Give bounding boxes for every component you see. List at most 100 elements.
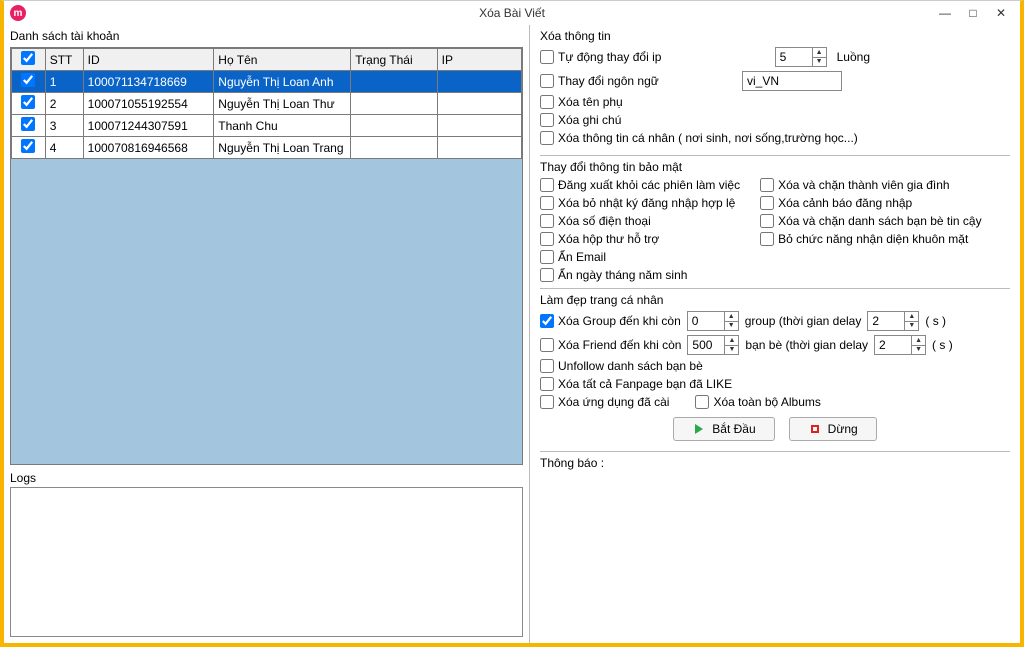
chevron-up-icon[interactable]: ▲ xyxy=(912,336,925,346)
maximize-button[interactable]: □ xyxy=(960,4,986,22)
del-login-alert-checkbox[interactable]: Xóa cảnh báo đăng nhập xyxy=(760,196,981,210)
table-row[interactable]: 3100071244307591Thanh Chu xyxy=(12,115,522,137)
chevron-up-icon[interactable]: ▲ xyxy=(725,312,738,322)
del-albums-checkbox[interactable]: Xóa toàn bộ Albums xyxy=(695,395,820,409)
unfollow-checkbox[interactable]: Unfollow danh sách bạn bè xyxy=(540,359,703,373)
notice-section: Thông báo : xyxy=(540,451,1010,470)
spinner-arrows[interactable]: ▲▼ xyxy=(904,312,918,330)
logout-sessions-checkbox[interactable]: Đăng xuất khỏi các phiên làm việc xyxy=(540,178,740,192)
group-delay-text: group (thời gian delay xyxy=(745,314,862,328)
col-id[interactable]: ID xyxy=(83,49,214,71)
row-checkbox[interactable] xyxy=(21,73,35,87)
chevron-up-icon[interactable]: ▲ xyxy=(905,312,918,322)
friend-delay-input[interactable] xyxy=(875,336,911,354)
unfollow-label: Unfollow danh sách bạn bè xyxy=(558,359,703,373)
chevron-down-icon[interactable]: ▼ xyxy=(905,322,918,331)
del-apps-checkbox[interactable]: Xóa ứng dụng đã cài xyxy=(540,395,669,409)
col-status[interactable]: Trạng Thái xyxy=(351,49,437,71)
beautify-section: Làm đẹp trang cá nhân Xóa Group đến khi … xyxy=(540,288,1010,441)
change-lang-checkbox[interactable]: Thay đổi ngôn ngữ xyxy=(540,74,659,88)
group-count-spinner[interactable]: ▲▼ xyxy=(687,311,739,331)
right-panel: Xóa thông tin Tự động thay đổi ip ▲▼ Luồ… xyxy=(530,25,1020,643)
cell-ip xyxy=(437,93,521,115)
del-login-log-label: Xóa bỏ nhật ký đăng nhập hợp lệ xyxy=(558,196,735,210)
del-friend-label: Xóa Friend đến khi còn xyxy=(558,338,681,352)
del-personal-label: Xóa thông tin cá nhân ( nơi sinh, nơi số… xyxy=(558,131,858,145)
del-personal-checkbox[interactable]: Xóa thông tin cá nhân ( nơi sinh, nơi số… xyxy=(540,131,858,145)
chevron-up-icon[interactable]: ▲ xyxy=(813,48,826,58)
spinner-arrows[interactable]: ▲▼ xyxy=(911,336,925,354)
cell-id: 100070816946568 xyxy=(83,137,214,159)
security-title: Thay đổi thông tin bảo mật xyxy=(540,160,1010,174)
table-row[interactable]: 2100071055192554Nguyễn Thị Loan Thư xyxy=(12,93,522,115)
row-checkbox-cell[interactable] xyxy=(12,71,46,93)
row-checkbox[interactable] xyxy=(21,117,35,131)
chevron-down-icon[interactable]: ▼ xyxy=(813,58,826,67)
lang-input[interactable] xyxy=(742,71,842,91)
threads-input[interactable] xyxy=(776,48,812,66)
chevron-down-icon[interactable]: ▼ xyxy=(725,346,738,355)
accounts-table-wrap: STT ID Họ Tên Trạng Thái IP 110007113471… xyxy=(10,47,523,465)
col-ip[interactable]: IP xyxy=(437,49,521,71)
app-icon: m xyxy=(10,5,26,21)
del-group-checkbox[interactable]: Xóa Group đến khi còn xyxy=(540,314,681,328)
stop-icon xyxy=(808,422,822,436)
del-support-mail-checkbox[interactable]: Xóa hộp thư hỗ trợ xyxy=(540,232,740,246)
block-family-checkbox[interactable]: Xóa và chặn thành viên gia đình xyxy=(760,178,981,192)
start-button[interactable]: Bắt Đầu xyxy=(673,417,774,441)
group-delay-spinner[interactable]: ▲▼ xyxy=(867,311,919,331)
block-family-label: Xóa và chặn thành viên gia đình xyxy=(778,178,949,192)
row-checkbox-cell[interactable] xyxy=(12,93,46,115)
content: Danh sách tài khoản STT ID Họ Tên Trạng … xyxy=(4,25,1020,643)
col-stt[interactable]: STT xyxy=(45,49,83,71)
accounts-table[interactable]: STT ID Họ Tên Trạng Thái IP 110007113471… xyxy=(11,48,522,159)
col-name[interactable]: Họ Tên xyxy=(214,49,351,71)
del-subname-checkbox[interactable]: Xóa tên phụ xyxy=(540,95,623,109)
row-checkbox-cell[interactable] xyxy=(12,137,46,159)
friend-delay-spinner[interactable]: ▲▼ xyxy=(874,335,926,355)
threads-spinner[interactable]: ▲▼ xyxy=(775,47,827,67)
minimize-button[interactable]: — xyxy=(932,4,958,22)
del-apps-label: Xóa ứng dụng đã cài xyxy=(558,395,669,409)
cell-status xyxy=(351,71,437,93)
security-section: Thay đổi thông tin bảo mật Đăng xuất khỏ… xyxy=(540,155,1010,282)
hide-email-label: Ẩn Email xyxy=(558,250,606,264)
del-fanpage-label: Xóa tất cả Fanpage bạn đã LIKE xyxy=(558,377,732,391)
close-button[interactable]: ✕ xyxy=(988,4,1014,22)
del-friend-checkbox[interactable]: Xóa Friend đến khi còn xyxy=(540,338,681,352)
spinner-arrows[interactable]: ▲▼ xyxy=(724,312,738,330)
cell-stt: 4 xyxy=(45,137,83,159)
block-trusted-checkbox[interactable]: Xóa và chặn danh sách bạn bè tin cậy xyxy=(760,214,981,228)
header-checkbox[interactable] xyxy=(21,51,35,65)
spinner-arrows[interactable]: ▲▼ xyxy=(812,48,826,66)
cell-stt: 2 xyxy=(45,93,83,115)
auto-ip-checkbox[interactable]: Tự động thay đổi ip xyxy=(540,50,661,64)
friend-count-spinner[interactable]: ▲▼ xyxy=(687,335,739,355)
row-checkbox-cell[interactable] xyxy=(12,115,46,137)
col-check[interactable] xyxy=(12,49,46,71)
group-delay-input[interactable] xyxy=(868,312,904,330)
row-checkbox[interactable] xyxy=(21,139,35,153)
spinner-arrows[interactable]: ▲▼ xyxy=(724,336,738,354)
block-trusted-label: Xóa và chặn danh sách bạn bè tin cậy xyxy=(778,214,981,228)
disable-face-checkbox[interactable]: Bỏ chức năng nhận diện khuôn mặt xyxy=(760,232,981,246)
table-row[interactable]: 1100071134718669Nguyễn Thị Loan Anh xyxy=(12,71,522,93)
del-phone-checkbox[interactable]: Xóa số điện thoại xyxy=(540,214,740,228)
stop-button[interactable]: Dừng xyxy=(789,417,877,441)
chevron-up-icon[interactable]: ▲ xyxy=(725,336,738,346)
friend-count-input[interactable] xyxy=(688,336,724,354)
del-note-checkbox[interactable]: Xóa ghi chú xyxy=(540,113,621,127)
hide-email-checkbox[interactable]: Ẩn Email xyxy=(540,250,740,264)
hide-dob-checkbox[interactable]: Ẩn ngày tháng năm sinh xyxy=(540,268,740,282)
group-count-input[interactable] xyxy=(688,312,724,330)
cell-id: 100071055192554 xyxy=(83,93,214,115)
chevron-down-icon[interactable]: ▼ xyxy=(912,346,925,355)
table-row[interactable]: 4100070816946568Nguyễn Thị Loan Trang xyxy=(12,137,522,159)
del-fanpage-checkbox[interactable]: Xóa tất cả Fanpage bạn đã LIKE xyxy=(540,377,732,391)
del-login-log-checkbox[interactable]: Xóa bỏ nhật ký đăng nhập hợp lệ xyxy=(540,196,740,210)
logs-box[interactable] xyxy=(10,487,523,637)
del-subname-label: Xóa tên phụ xyxy=(558,95,623,109)
chevron-down-icon[interactable]: ▼ xyxy=(725,322,738,331)
cell-name: Nguyễn Thị Loan Thư xyxy=(214,93,351,115)
row-checkbox[interactable] xyxy=(21,95,35,109)
